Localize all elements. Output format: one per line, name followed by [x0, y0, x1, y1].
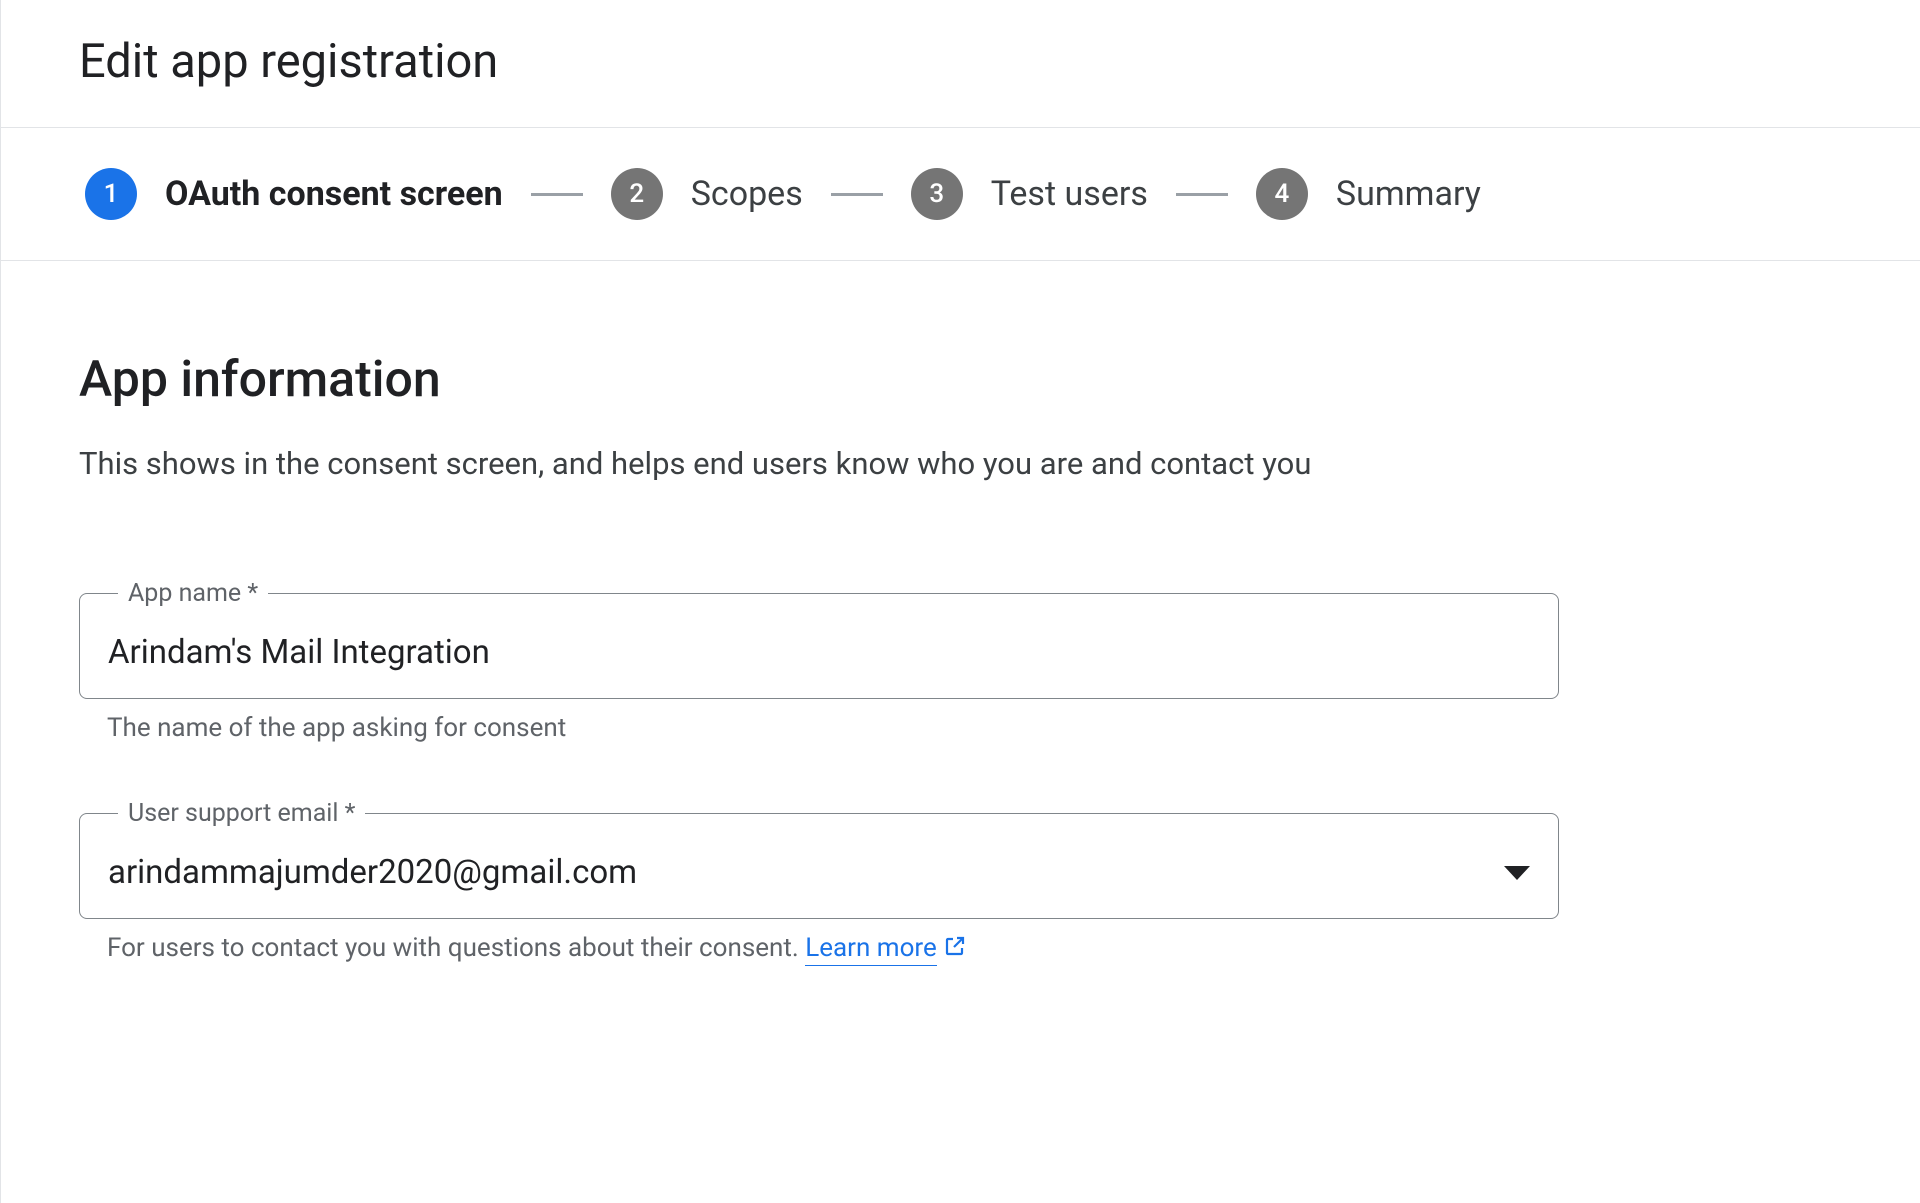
step-label: OAuth consent screen: [165, 174, 503, 214]
step-number-badge: 3: [911, 168, 963, 220]
step-connector: [1176, 193, 1228, 196]
step-test-users[interactable]: 3 Test users: [911, 168, 1148, 220]
chevron-down-icon: [1504, 866, 1530, 880]
app-registration-page: Edit app registration 1 OAuth consent sc…: [0, 0, 1920, 1203]
page-title: Edit app registration: [79, 34, 1920, 89]
support-email-field-outline: User support email * arindammajumder2020…: [79, 799, 1559, 919]
page-header: Edit app registration: [1, 0, 1920, 128]
support-email-label: User support email *: [118, 799, 365, 828]
step-scopes[interactable]: 2 Scopes: [611, 168, 803, 220]
step-connector: [831, 193, 883, 196]
step-number-badge: 2: [611, 168, 663, 220]
step-oauth-consent[interactable]: 1 OAuth consent screen: [85, 168, 503, 220]
app-name-field-outline: App name *: [79, 579, 1559, 699]
support-email-value: arindammajumder2020@gmail.com: [108, 853, 1488, 892]
support-email-select[interactable]: arindammajumder2020@gmail.com: [108, 828, 1530, 918]
step-label: Test users: [991, 174, 1148, 214]
step-number-badge: 1: [85, 168, 137, 220]
step-connector: [531, 193, 583, 196]
step-label: Summary: [1336, 174, 1481, 214]
step-summary[interactable]: 4 Summary: [1256, 168, 1481, 220]
support-email-helper-text: For users to contact you with questions …: [107, 933, 805, 963]
learn-more-link[interactable]: Learn more: [805, 933, 937, 966]
section-title: App information: [79, 351, 1920, 409]
app-name-input[interactable]: [108, 633, 1530, 672]
section-description: This shows in the consent screen, and he…: [79, 439, 1559, 489]
support-email-helper: For users to contact you with questions …: [79, 919, 1920, 965]
external-link-icon: [943, 934, 967, 965]
step-number-badge: 4: [1256, 168, 1308, 220]
content-area: App information This shows in the consen…: [1, 261, 1920, 965]
app-name-helper: The name of the app asking for consent: [79, 699, 1920, 743]
stepper: 1 OAuth consent screen 2 Scopes 3 Test u…: [1, 128, 1920, 261]
app-name-label: App name *: [118, 579, 268, 608]
step-label: Scopes: [691, 174, 803, 214]
